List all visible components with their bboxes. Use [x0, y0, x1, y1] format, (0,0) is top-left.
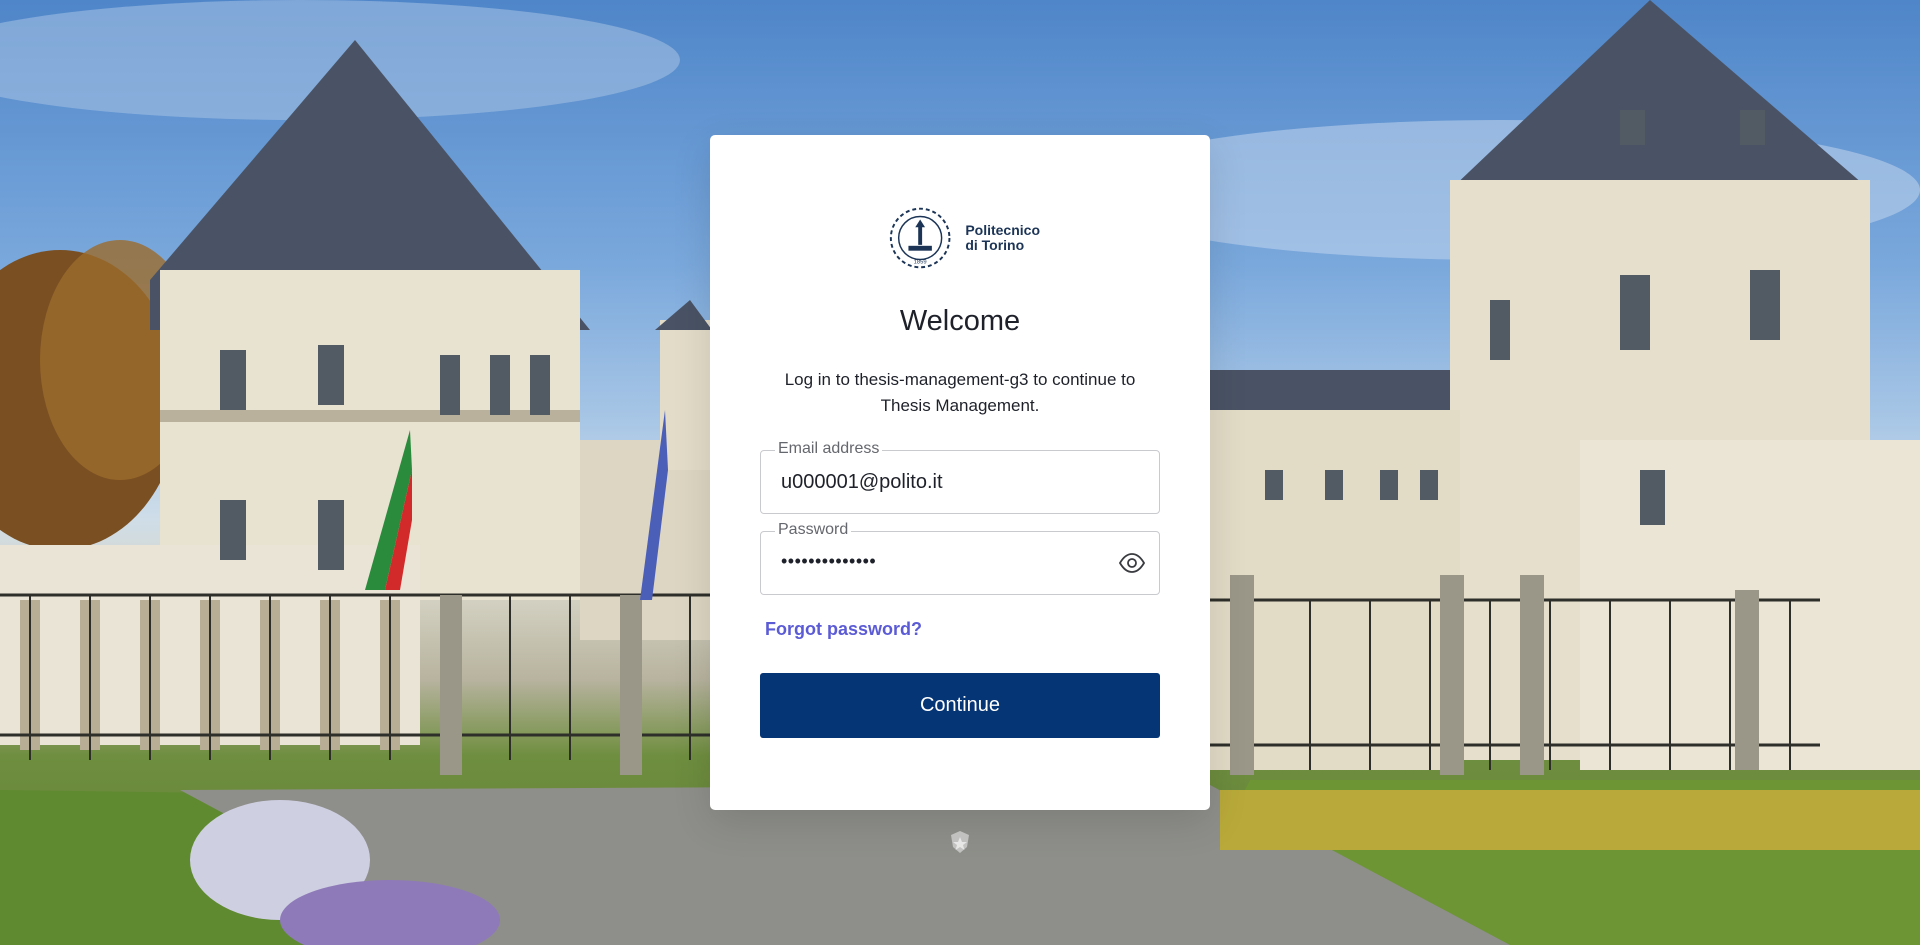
university-seal-icon: 1859	[889, 207, 951, 269]
logo-line1: Politecnico	[965, 222, 1040, 238]
password-input[interactable]: ••••••••••••••	[781, 551, 876, 572]
email-label: Email address	[775, 440, 883, 458]
logo-line2: di Torino	[965, 237, 1025, 253]
login-subtitle: Log in to thesis-management-g3 to contin…	[784, 370, 1136, 415]
password-label: Password	[775, 521, 852, 539]
login-card: 1859 Politecnico di Torino Welcome Log i…	[710, 135, 1210, 810]
password-field[interactable]: Password ••••••••••••••	[760, 521, 1160, 595]
forgot-password-link[interactable]: Forgot password?	[765, 619, 922, 640]
politecnico-logo: 1859 Politecnico di Torino	[885, 205, 1040, 271]
page-title: Welcome	[899, 305, 1021, 337]
logo-text: Politecnico di Torino	[965, 223, 1040, 253]
eye-icon[interactable]	[1119, 552, 1145, 574]
email-field[interactable]: Email address u000001@polito.it	[760, 440, 1160, 514]
email-input[interactable]: u000001@polito.it	[781, 471, 943, 494]
continue-button[interactable]: Continue	[760, 673, 1160, 738]
auth0-shield-icon	[951, 831, 969, 853]
logo-year: 1859	[914, 259, 927, 265]
